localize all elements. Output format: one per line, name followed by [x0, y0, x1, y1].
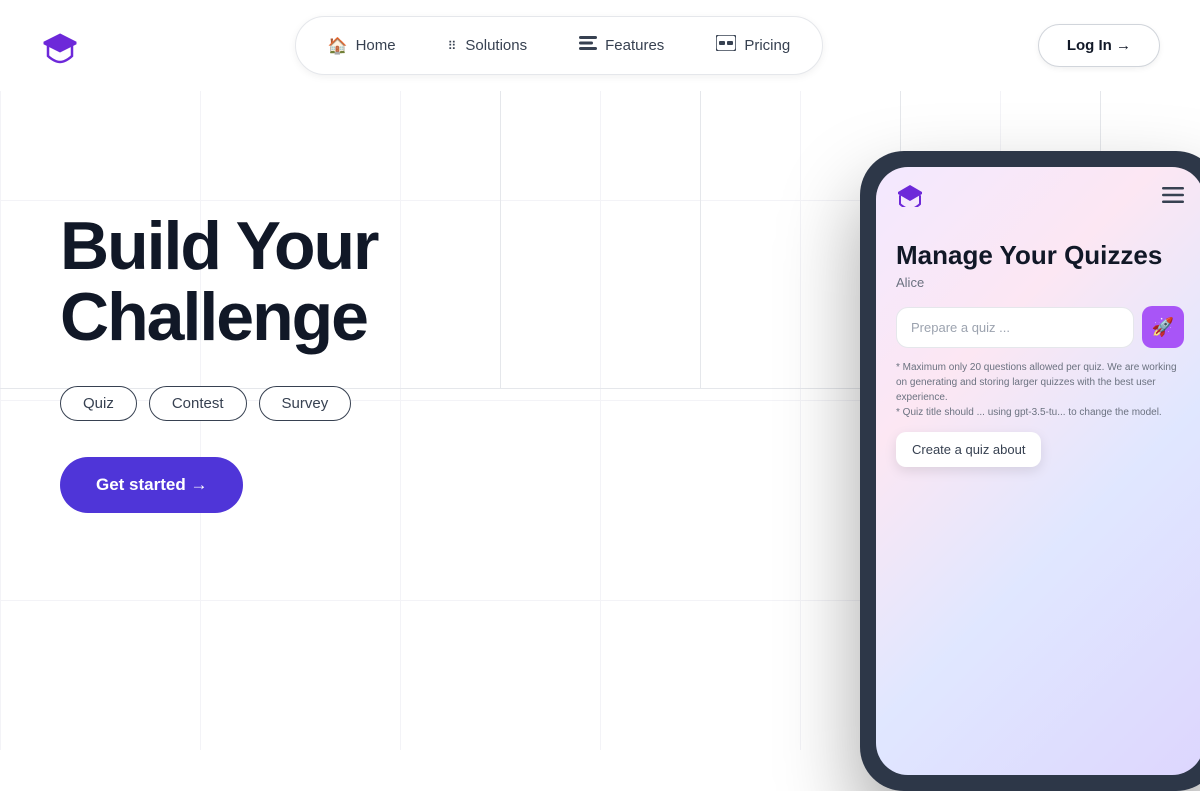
phone-hint-text: * Maximum only 20 questions allowed per … — [896, 360, 1184, 420]
logo-icon — [40, 26, 80, 66]
nav-item-solutions-label: Solutions — [465, 37, 527, 54]
pricing-icon — [716, 35, 736, 56]
login-button[interactable]: Log In → — [1038, 24, 1160, 67]
phone-menu-icon[interactable] — [1162, 187, 1184, 208]
phone-content: Manage Your Quizzes Alice Prepare a quiz… — [876, 220, 1200, 483]
nav-pill: 🏠 Home ⠿ Solutions Features — [295, 16, 824, 75]
nav-item-solutions[interactable]: ⠿ Solutions — [424, 27, 552, 64]
get-started-button[interactable]: Get started → — [60, 457, 243, 513]
phone-app-user: Alice — [896, 275, 1184, 290]
phone-logo-icon — [896, 183, 924, 212]
logo[interactable] — [40, 26, 80, 66]
nav-item-home-label: Home — [356, 37, 396, 54]
phone-mockup: Manage Your Quizzes Alice Prepare a quiz… — [860, 151, 1200, 791]
phone-screen: Manage Your Quizzes Alice Prepare a quiz… — [876, 167, 1200, 775]
hero-title: Build Your Challenge — [60, 211, 377, 354]
phone-rocket-button[interactable]: 🚀 — [1142, 306, 1184, 348]
nav-item-features-label: Features — [605, 37, 664, 54]
tag-quiz[interactable]: Quiz — [60, 386, 137, 421]
left-content: Build Your Challenge Quiz Contest Survey… — [60, 131, 377, 533]
navbar: 🏠 Home ⠿ Solutions Features — [0, 0, 1200, 91]
right-content: Manage Your Quizzes Alice Prepare a quiz… — [377, 131, 1200, 791]
phone-input-row: Prepare a quiz ... 🚀 — [896, 306, 1184, 348]
solutions-icon: ⠿ — [448, 39, 458, 53]
phone-quiz-input[interactable]: Prepare a quiz ... — [896, 307, 1134, 348]
features-icon — [579, 36, 597, 55]
main-content: Build Your Challenge Quiz Contest Survey… — [0, 91, 1200, 753]
phone-navbar — [876, 167, 1200, 220]
tag-survey[interactable]: Survey — [259, 386, 352, 421]
tags-row: Quiz Contest Survey — [60, 386, 377, 421]
phone-app-title: Manage Your Quizzes — [896, 240, 1184, 271]
nav-item-pricing-label: Pricing — [744, 37, 790, 54]
create-quiz-tooltip[interactable]: Create a quiz about — [896, 432, 1041, 467]
nav-item-pricing[interactable]: Pricing — [692, 25, 814, 66]
nav-item-home[interactable]: 🏠 Home — [304, 26, 420, 66]
tag-contest[interactable]: Contest — [149, 386, 247, 421]
home-icon: 🏠 — [328, 36, 348, 56]
nav-item-features[interactable]: Features — [555, 26, 688, 65]
